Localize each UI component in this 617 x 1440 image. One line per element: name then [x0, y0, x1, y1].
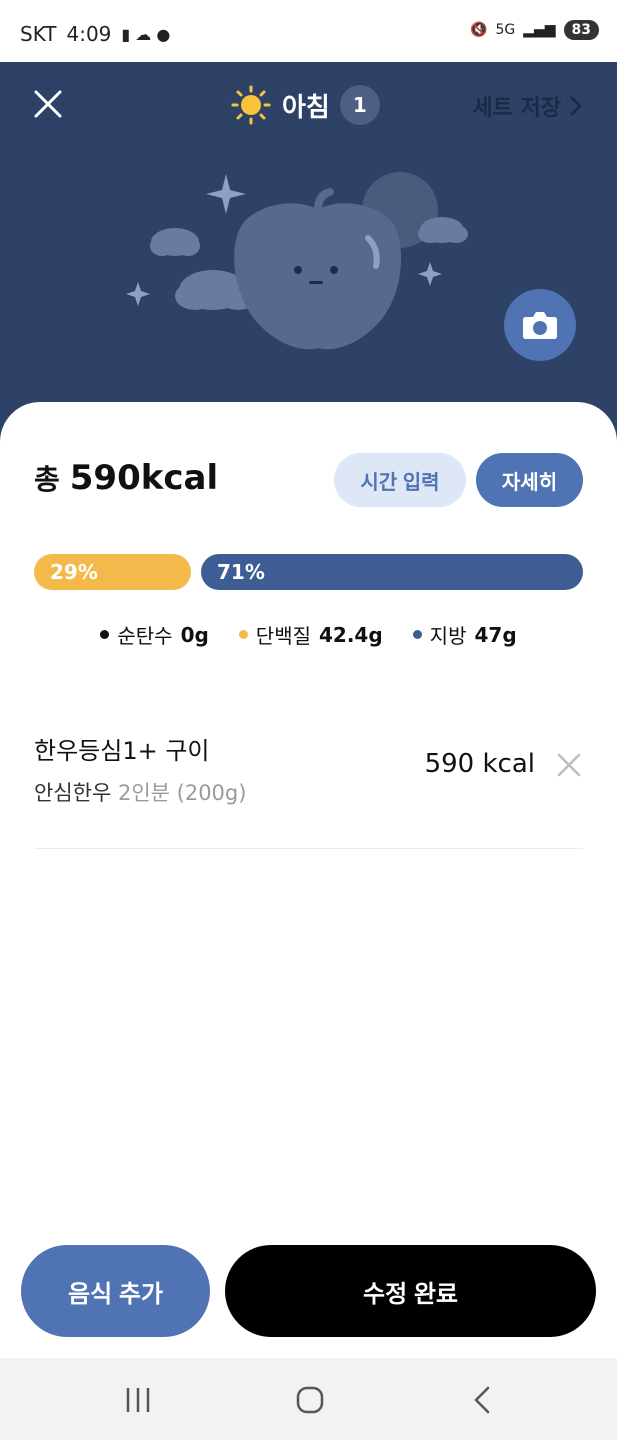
legend-carbs-value: 0g [180, 622, 209, 647]
food-portion: 2인분 (200g) [117, 781, 247, 805]
fat-dot [412, 630, 422, 639]
home-icon[interactable] [290, 1380, 330, 1420]
set-save-button[interactable]: 세트 저장 [472, 90, 583, 122]
meal-title: 아침 [282, 92, 330, 123]
status-bar: SKT 4:09 ▮ ☁ ● 🔇 5G ▂▄▆ 83 [0, 0, 617, 62]
camera-icon [523, 312, 557, 339]
legend-carbs: 순탄수 0g [100, 620, 209, 649]
set-save-label: 세트 저장 [472, 96, 561, 121]
close-icon[interactable] [30, 86, 66, 122]
food-list-item[interactable]: 한우등심1+ 구이 안심한우 2인분 (200g) 590 kcal [34, 725, 583, 849]
protein-dot [238, 630, 248, 639]
fat-ratio-bar: 71% [201, 554, 583, 590]
chevron-right-icon [570, 96, 582, 116]
legend-fat-label: 지방 [429, 624, 467, 648]
legend-protein-value: 42.4g [319, 622, 383, 647]
legend-fat-value: 47g [474, 622, 517, 647]
clock: 4:09 [66, 22, 112, 46]
system-nav-bar [0, 1358, 617, 1440]
carbs-dot [100, 630, 110, 639]
total-value: 590kcal [69, 458, 219, 498]
food-brand: 안심한우 [34, 781, 112, 805]
legend-fat: 지방 47g [412, 620, 517, 649]
legend-protein-label: 단백질 [255, 624, 311, 648]
time-input-button[interactable]: 시간 입력 [334, 453, 466, 507]
complete-edit-button[interactable]: 수정 완료 [225, 1245, 596, 1337]
carrier-label: SKT [20, 22, 57, 46]
meal-title-group: 아침 1 [230, 84, 380, 126]
mute-icon: 🔇 [470, 22, 488, 38]
meal-detail-sheet [0, 402, 617, 1358]
food-name: 한우등심1+ 구이 [34, 737, 210, 765]
food-kcal: 590 kcal [424, 749, 535, 779]
signal-icon: ▂▄▆ [523, 22, 556, 38]
camera-button[interactable] [504, 289, 576, 361]
total-label: 총 [34, 463, 60, 496]
notification-icons: ▮ ☁ ● [121, 24, 171, 44]
network-label: 5G [495, 22, 516, 38]
sun-icon [231, 85, 271, 125]
food-subtitle: 안심한우 2인분 (200g) [34, 777, 246, 807]
status-right: 🔇 5G ▂▄▆ 83 [470, 20, 599, 40]
total-calories: 총 590kcal [34, 458, 218, 498]
back-icon[interactable] [462, 1380, 502, 1420]
recent-apps-icon[interactable] [118, 1380, 158, 1420]
detail-button[interactable]: 자세히 [476, 453, 583, 507]
add-food-button[interactable]: 음식 추가 [21, 1245, 210, 1337]
legend-carbs-label: 순탄수 [117, 624, 173, 648]
meal-count-badge: 1 [339, 85, 380, 125]
remove-food-icon[interactable] [555, 751, 583, 779]
legend-protein: 단백질 42.4g [238, 620, 383, 649]
battery-indicator: 83 [563, 20, 599, 40]
status-left: SKT 4:09 ▮ ☁ ● [20, 22, 170, 46]
macro-legend: 순탄수 0g 단백질 42.4g 지방 47g [0, 620, 617, 649]
protein-ratio-bar: 29% [34, 554, 191, 590]
